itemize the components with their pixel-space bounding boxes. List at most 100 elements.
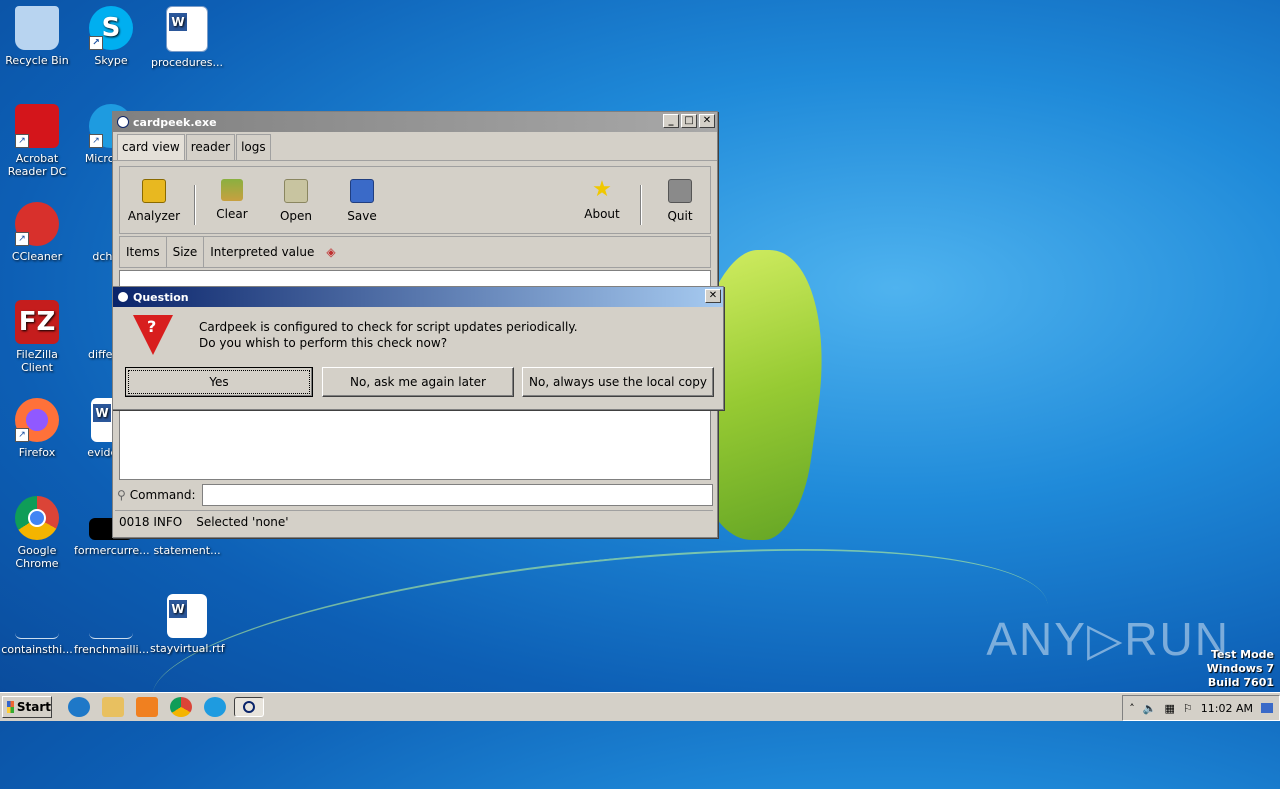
question-dialog: Question ✕ ? Cardpeek is configured to c… <box>112 286 724 410</box>
toolbar-separator <box>194 185 196 225</box>
shortcut-arrow-icon: ↗ <box>15 232 29 246</box>
desktop-icon-procedures[interactable]: W procedures... <box>150 6 224 69</box>
dialog-message: Cardpeek is configured to check for scri… <box>199 319 578 351</box>
desktop-icon-containsthi[interactable]: containsthi... <box>0 594 74 656</box>
dialog-message-line1: Cardpeek is configured to check for scri… <box>199 320 578 334</box>
recycle-bin-icon <box>15 6 59 50</box>
tab-reader[interactable]: reader <box>185 134 236 160</box>
analyzer-label: Analyzer <box>127 209 181 223</box>
desktop-icon-chrome[interactable]: Google Chrome <box>0 496 74 570</box>
start-button[interactable]: Start <box>2 696 52 718</box>
maximize-button[interactable]: □ <box>681 114 697 128</box>
quit-label: Quit <box>667 209 693 223</box>
shortcut-arrow-icon: ↗ <box>89 134 103 148</box>
about-label: About <box>584 207 620 221</box>
command-input[interactable] <box>201 484 713 506</box>
open-label: Open <box>279 209 313 223</box>
desktop-icon-label: Firefox <box>18 446 56 459</box>
dialog-message-line2: Do you whish to perform this check now? <box>199 336 448 350</box>
minimize-button[interactable]: _ <box>663 114 679 128</box>
quit-button[interactable]: Quit <box>652 179 708 223</box>
desktop-icon-stayvirtual[interactable]: W stayvirtual.rtf <box>150 594 225 655</box>
analyzer-button[interactable]: Analyzer <box>126 179 182 223</box>
desktop-icon-ccleaner[interactable]: ↗ CCleaner <box>0 202 74 263</box>
network-icon[interactable]: ▦ <box>1165 702 1175 715</box>
desktop-icon-label: CCleaner <box>11 250 63 263</box>
dialog-titlebar[interactable]: Question ✕ <box>113 287 723 307</box>
desktop-icon-skype[interactable]: S ↗ Skype <box>74 6 148 67</box>
desktop-icon-filezilla[interactable]: FZ FileZilla Client <box>0 300 74 374</box>
window-title: cardpeek.exe <box>133 115 217 129</box>
firefox-icon: ↗ <box>15 398 59 442</box>
status-bar: 0018 INFO Selected 'none' <box>115 510 713 533</box>
open-button[interactable]: Open <box>268 179 324 223</box>
taskbar-media-player-icon[interactable] <box>136 697 158 717</box>
desktop-icon-label: formercurre... <box>74 544 150 557</box>
ask-later-button[interactable]: No, ask me again later <box>322 367 514 397</box>
os-notice-line2: Windows 7 <box>1206 662 1274 675</box>
taskbar-ie-icon[interactable] <box>68 697 90 717</box>
question-icon: ? <box>133 315 173 355</box>
app-icon <box>117 291 129 303</box>
column-items[interactable]: Items <box>120 237 167 267</box>
dialog-title: Question <box>133 290 189 304</box>
desktop-icon-frenchmailli[interactable]: frenchmailli... <box>74 594 149 656</box>
skype-icon: S ↗ <box>89 6 133 50</box>
file-icon <box>15 594 59 639</box>
status-code: 0018 INFO <box>119 515 183 529</box>
action-center-flag-icon[interactable]: ⚐ <box>1183 702 1193 715</box>
use-local-copy-button[interactable]: No, always use the local copy <box>522 367 714 397</box>
about-button[interactable]: ★ About <box>574 179 630 222</box>
desktop-icon-label: Google Chrome <box>15 544 59 570</box>
tab-logs[interactable]: logs <box>236 134 271 160</box>
volume-icon[interactable]: 🔈 <box>1143 702 1157 715</box>
dialog-close-button[interactable]: ✕ <box>705 289 721 303</box>
acrobat-icon: ↗ <box>15 104 59 148</box>
desktop-icon-label: procedures... <box>150 56 224 69</box>
desktop-icon-acrobat[interactable]: ↗ Acrobat Reader DC <box>0 104 74 178</box>
desktop-icon-label: statement... <box>153 544 221 557</box>
clear-label: Clear <box>216 207 248 221</box>
close-button[interactable]: ✕ <box>699 114 715 128</box>
taskbar-cardpeek-button[interactable] <box>234 697 264 717</box>
exit-door-icon <box>668 179 692 203</box>
command-label: Command: <box>129 488 196 502</box>
link-icon: ⚲ <box>117 488 126 502</box>
filezilla-icon: FZ <box>15 300 59 344</box>
taskbar-edge-icon[interactable] <box>204 697 226 717</box>
window-titlebar[interactable]: cardpeek.exe _ □ ✕ <box>113 112 717 132</box>
toolbar-separator <box>640 185 642 225</box>
toolbar: Analyzer Clear Open Save ★ About Quit <box>119 166 711 234</box>
start-label: Start <box>16 700 51 714</box>
os-notice-line3: Build 7601 <box>1207 676 1274 689</box>
desktop-icon-label: stayvirtual.rtf <box>150 642 225 655</box>
desktop-icon-label: Skype <box>94 54 128 67</box>
column-interpreted-value[interactable]: Interpreted value <box>204 237 320 267</box>
save-button[interactable]: Save <box>334 179 390 223</box>
clear-button[interactable]: Clear <box>204 179 260 221</box>
chrome-icon <box>15 496 59 540</box>
taskbar-explorer-icon[interactable] <box>102 697 124 717</box>
tab-bar: card view reader logs <box>113 132 717 161</box>
desktop-icon-firefox[interactable]: ↗ Firefox <box>0 398 74 459</box>
yes-button[interactable]: Yes <box>125 367 313 397</box>
tab-card-view[interactable]: card view <box>117 134 185 160</box>
desktop-icon-label: Acrobat Reader DC <box>7 152 67 178</box>
column-options-icon[interactable]: ◈ <box>320 237 341 267</box>
desktop-icon-label: FileZilla Client <box>16 348 58 374</box>
os-notice-line1: Test Mode <box>1211 648 1274 661</box>
tray-expand-icon[interactable]: ˄ <box>1129 702 1135 715</box>
taskbar: Start ˄ 🔈 ▦ ⚐ 11:02 AM <box>0 692 1280 721</box>
word-document-icon: W <box>167 594 207 638</box>
show-desktop-icon[interactable] <box>1261 703 1273 713</box>
desktop-icon-recycle-bin[interactable]: Recycle Bin <box>0 6 74 67</box>
clock[interactable]: 11:02 AM <box>1201 702 1253 715</box>
taskbar-chrome-icon[interactable] <box>170 697 192 717</box>
shortcut-arrow-icon: ↗ <box>15 428 29 442</box>
ccleaner-icon: ↗ <box>15 202 59 246</box>
column-size[interactable]: Size <box>167 237 205 267</box>
column-header-row: Items Size Interpreted value ◈ <box>119 236 711 268</box>
folder-icon <box>284 179 308 203</box>
app-icon <box>117 116 129 128</box>
windows-logo-icon <box>7 701 14 713</box>
